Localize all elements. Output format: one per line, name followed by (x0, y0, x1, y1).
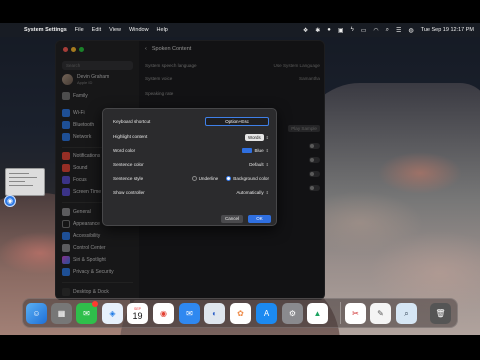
photo-booth-icon[interactable]: ✂ (345, 303, 366, 324)
keyboard-shortcut-field[interactable]: Option+Esc (205, 117, 269, 126)
sentence-style-options: Underline Background color (191, 176, 269, 181)
keyboard-shortcut-label: Keyboard shortcut (113, 119, 151, 124)
color-swatch-icon (242, 148, 253, 153)
status-battery-icon[interactable]: ▭ (361, 27, 367, 34)
cancel-button[interactable]: Cancel (221, 215, 243, 223)
menu-file[interactable]: File (75, 27, 84, 33)
screenshot-app-icon[interactable]: ⌕ (396, 303, 417, 324)
status-control-center-icon[interactable]: ☰ (396, 27, 401, 34)
status-bolt-icon[interactable]: ϟ (351, 27, 354, 33)
underline-radio[interactable] (191, 176, 197, 181)
background-color-option-label[interactable]: Background color (233, 176, 269, 181)
trash-icon[interactable]: 🗑 (430, 303, 451, 324)
sentence-style-row: Sentence style Underline Background colo… (113, 174, 269, 184)
show-controller-label: Show controller (113, 190, 145, 195)
show-controller-select[interactable]: Automatically ⇕ (236, 190, 269, 195)
highlight-content-select[interactable]: Words ⇕ (245, 134, 269, 141)
status-wifi-icon[interactable]: ◠ (373, 27, 378, 34)
sentence-color-select[interactable]: Default ⇕ (249, 162, 269, 167)
calendar-icon[interactable]: SEP 19 (127, 303, 148, 324)
video-letterbox-bottom (0, 335, 480, 360)
menu-clock[interactable]: Tue Sep 19 12:17 PM (421, 27, 474, 33)
desktop-safari-badge-icon[interactable]: ◉ (4, 195, 16, 207)
keyboard-shortcut-row: Keyboard shortcut Option+Esc (113, 117, 269, 127)
spoken-content-options-sheet: Keyboard shortcut Option+Esc Highlight c… (102, 108, 277, 226)
sentence-style-label: Sentence style (113, 176, 144, 181)
textedit-icon[interactable]: ✎ (370, 303, 391, 324)
status-record-icon[interactable]: ● (327, 27, 331, 33)
word-color-select[interactable]: Blue ⇕ (242, 148, 269, 153)
menu-help[interactable]: Help (157, 27, 168, 33)
show-controller-value: Automatically (236, 190, 264, 195)
status-area: ❖ ✱ ● ▣ ϟ ▭ ◠ ⌕ ☰ ◍ Tue Sep 19 12:17 PM (303, 23, 474, 37)
chevron-updown-icon: ⇕ (265, 135, 269, 140)
word-color-row: Word color Blue ⇕ (113, 146, 269, 156)
safari-icon[interactable]: ◈ (102, 303, 123, 324)
messages-badge (92, 301, 98, 307)
launchpad-icon[interactable]: ▦ (51, 303, 72, 324)
photos-icon[interactable]: ✿ (230, 303, 251, 324)
sentence-color-label: Sentence color (113, 162, 144, 167)
video-letterbox-top (0, 0, 480, 23)
status-bluetooth-icon[interactable]: ✱ (315, 27, 320, 34)
desktop-screenshot-thumbnail[interactable] (5, 168, 45, 196)
show-controller-row: Show controller Automatically ⇕ (113, 188, 269, 198)
ok-button[interactable]: OK (248, 215, 271, 223)
highlight-content-row: Highlight content Words ⇕ (113, 132, 269, 142)
underline-option-label[interactable]: Underline (199, 176, 219, 181)
menu-bar: System Settings File Edit View Window He… (0, 23, 480, 37)
finder-icon[interactable]: ☺ (26, 303, 47, 324)
status-camera-icon[interactable]: ▣ (338, 27, 344, 34)
highlight-content-value: Words (245, 134, 264, 141)
background-color-radio[interactable] (226, 176, 232, 181)
chevron-updown-icon: ⇕ (265, 162, 269, 167)
mail-icon[interactable]: ✉ (179, 303, 200, 324)
preview-icon[interactable]: ◐ (204, 303, 225, 324)
calendar-day: 19 (132, 310, 143, 321)
highlight-content-label: Highlight content (113, 134, 148, 139)
chrome-icon[interactable]: ◉ (153, 303, 174, 324)
word-color-value: Blue (254, 148, 264, 153)
status-dropbox-icon[interactable]: ❖ (303, 27, 308, 34)
menu-app-name[interactable]: System Settings (24, 27, 67, 33)
status-siri-icon[interactable]: ◍ (408, 27, 413, 34)
sentence-color-value: Default (249, 162, 264, 167)
system-settings-icon[interactable]: ⚙ (282, 303, 303, 324)
status-search-icon[interactable]: ⌕ (386, 27, 389, 34)
sentence-color-row: Sentence color Default ⇕ (113, 160, 269, 170)
menu-window[interactable]: Window (129, 27, 149, 33)
chevron-updown-icon: ⇕ (265, 190, 269, 195)
app-store-icon[interactable]: A (256, 303, 277, 324)
word-color-label: Word color (113, 148, 136, 153)
menu-view[interactable]: View (109, 27, 121, 33)
google-drive-icon[interactable]: ▲ (307, 303, 328, 324)
chevron-updown-icon: ⇕ (265, 148, 269, 153)
menu-edit[interactable]: Edit (92, 27, 101, 33)
dock-separator (340, 302, 341, 324)
